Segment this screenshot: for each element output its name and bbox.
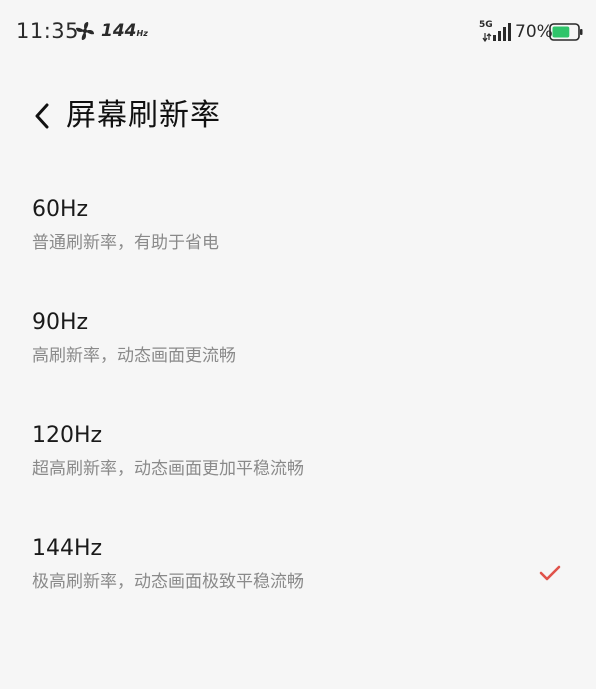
status-bar: 11:35 144Hz 5G 70% <box>0 0 596 60</box>
refresh-rate-options: 60Hz 普通刷新率，有助于省电 90Hz 高刷新率，动态画面更流畅 120Hz… <box>0 178 596 630</box>
option-title: 120Hz <box>32 423 103 448</box>
refresh-rate-value: 144 <box>101 21 137 41</box>
fan-icon <box>76 22 94 40</box>
option-description: 超高刷新率，动态画面更加平稳流畅 <box>32 459 304 479</box>
option-description: 极高刷新率，动态画面极致平稳流畅 <box>32 572 304 592</box>
signal-icon <box>482 23 511 42</box>
battery-fill <box>552 26 570 38</box>
option-144hz[interactable]: 144Hz 极高刷新率，动态画面极致平稳流畅 <box>0 517 596 630</box>
option-description: 普通刷新率，有助于省电 <box>32 233 219 253</box>
network-indicator: 5G <box>479 20 513 42</box>
status-time: 11:35 <box>16 19 80 43</box>
chevron-left-icon <box>35 103 49 129</box>
option-title: 60Hz <box>32 197 89 222</box>
refresh-rate-unit: Hz <box>136 29 148 38</box>
refresh-rate-indicator: 144Hz <box>101 20 148 45</box>
option-120hz[interactable]: 120Hz 超高刷新率，动态画面更加平稳流畅 <box>0 404 596 517</box>
checkmark-icon <box>539 565 561 581</box>
battery-icon <box>549 23 583 41</box>
option-title: 90Hz <box>32 310 89 335</box>
battery-percent: 70% <box>515 22 553 42</box>
back-button[interactable] <box>28 98 56 134</box>
option-60hz[interactable]: 60Hz 普通刷新率，有助于省电 <box>0 178 596 291</box>
page-title: 屏幕刷新率 <box>66 98 221 133</box>
option-90hz[interactable]: 90Hz 高刷新率，动态画面更流畅 <box>0 291 596 404</box>
option-description: 高刷新率，动态画面更流畅 <box>32 346 236 366</box>
option-title: 144Hz <box>32 536 103 561</box>
page-header: 屏幕刷新率 <box>0 88 596 144</box>
